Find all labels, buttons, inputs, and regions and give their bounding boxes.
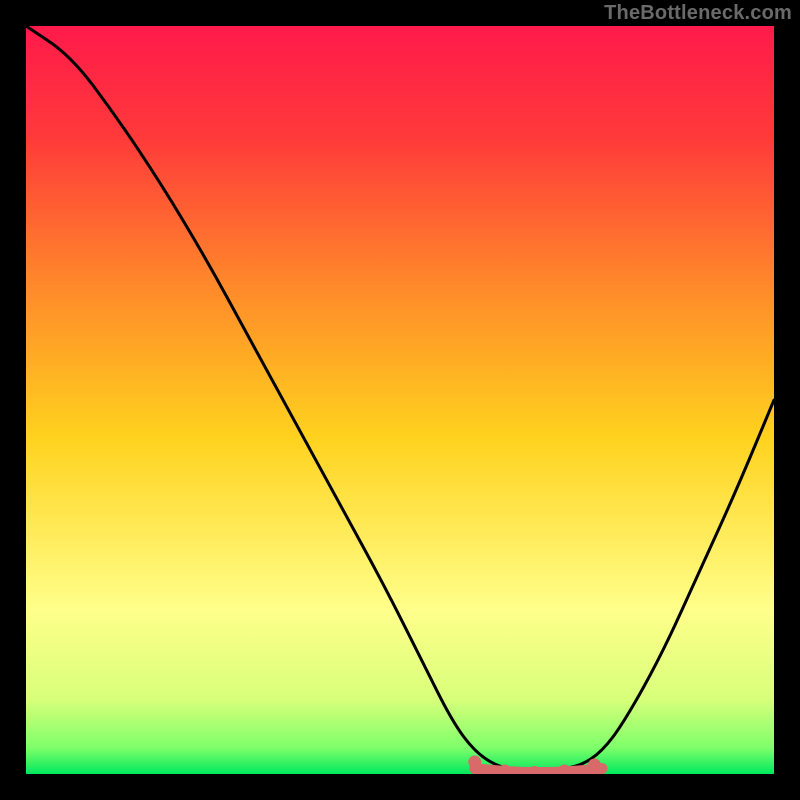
marker-dot xyxy=(499,765,511,774)
marker-dot xyxy=(469,756,481,768)
chart-svg xyxy=(26,26,774,774)
outer-frame: TheBottleneck.com xyxy=(0,0,800,800)
watermark-text: TheBottleneck.com xyxy=(604,2,792,25)
marker-dot xyxy=(529,767,541,774)
marker-dot xyxy=(588,759,600,771)
chart-plot-area xyxy=(26,26,774,774)
gradient-background xyxy=(26,26,774,774)
marker-dot xyxy=(559,765,571,774)
